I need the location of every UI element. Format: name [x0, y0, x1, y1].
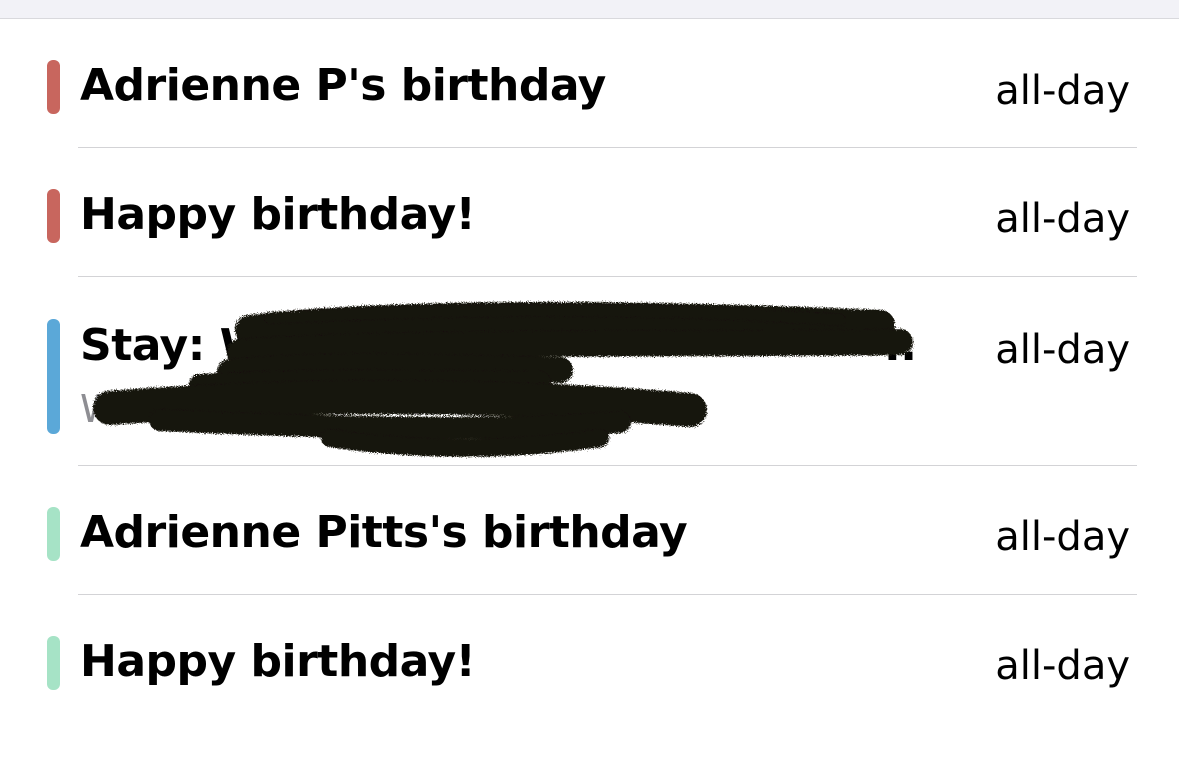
event-row[interactable]: Stay: W .. W n all-day: [0, 277, 1179, 465]
event-title: Happy birthday!: [80, 636, 476, 687]
event-time: all-day: [995, 643, 1130, 689]
event-time: all-day: [995, 514, 1130, 560]
event-location-tail: n: [668, 387, 693, 431]
event-title: Adrienne Pitts's birthday: [80, 507, 688, 558]
event-time: all-day: [995, 196, 1130, 242]
calendar-color-bar: [47, 507, 60, 561]
event-title: Happy birthday!: [80, 189, 476, 240]
event-time: all-day: [995, 68, 1130, 114]
event-title: Stay: W: [80, 320, 268, 371]
event-row[interactable]: Adrienne P's birthday all-day: [0, 38, 1179, 148]
event-title: Adrienne P's birthday: [80, 60, 606, 111]
calendar-color-bar: [47, 319, 60, 434]
calendar-color-bar: [47, 60, 60, 114]
event-row[interactable]: Happy birthday! all-day: [0, 595, 1179, 725]
event-title-tail: ..: [884, 320, 917, 371]
event-time: all-day: [995, 327, 1130, 373]
calendar-color-bar: [47, 636, 60, 690]
event-location: W: [80, 387, 118, 431]
calendar-color-bar: [47, 189, 60, 243]
event-row[interactable]: Happy birthday! all-day: [0, 148, 1179, 276]
event-row[interactable]: Adrienne Pitts's birthday all-day: [0, 466, 1179, 594]
top-bar: [0, 0, 1179, 19]
